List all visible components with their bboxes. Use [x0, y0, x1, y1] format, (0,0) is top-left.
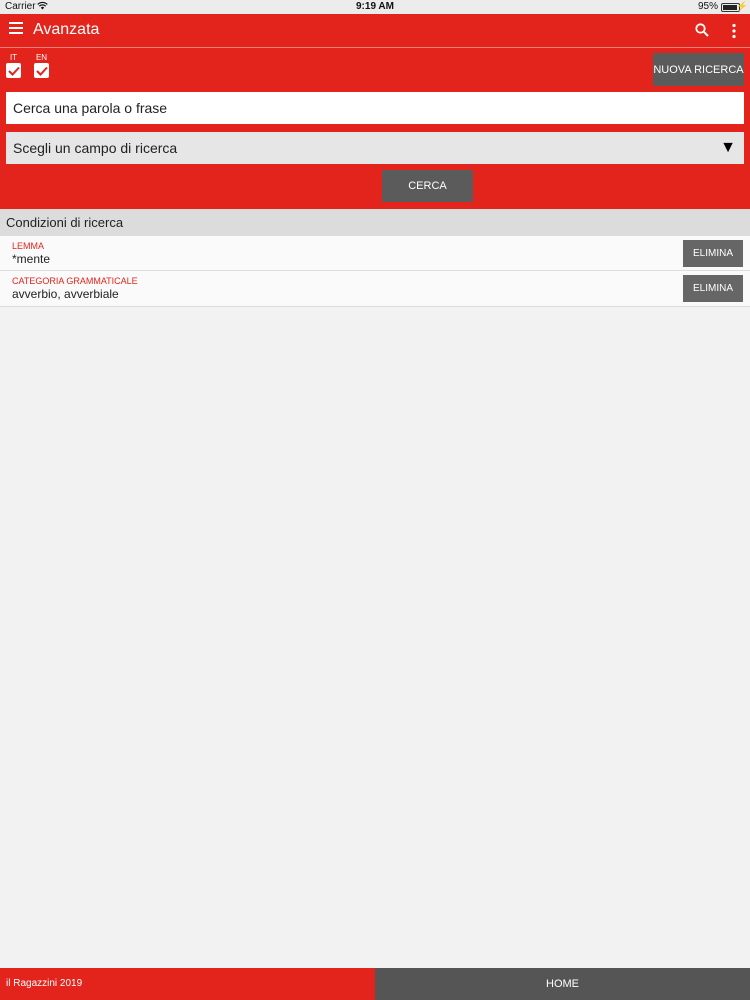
page-title: Avanzata [33, 21, 100, 38]
battery-percent: 95% [697, 1, 718, 12]
language-label-it: IT [9, 53, 18, 62]
dropdown-arrow-icon: ▼ [720, 139, 736, 156]
condition-label: CATEGORIA GRAMMATICALE [12, 276, 138, 286]
checkmark-icon [35, 66, 48, 76]
search-button[interactable]: CERCA [382, 170, 473, 202]
home-button[interactable]: HOME [375, 968, 750, 1000]
app-bar: Avanzata [0, 14, 750, 47]
copyright-label: il Ragazzini 2019 [0, 968, 375, 1000]
footer: il Ragazzini 2019 HOME [0, 968, 750, 1000]
menu-icon[interactable] [9, 22, 23, 36]
condition-row: CATEGORIA GRAMMATICALE avverbio, avverbi… [0, 271, 750, 307]
condition-row: LEMMA *mente ELIMINA [0, 236, 750, 271]
search-field-select-label: Scegli un campo di ricerca [13, 140, 178, 156]
charging-icon: ⚡ [736, 1, 748, 11]
search-field-select[interactable]: Scegli un campo di ricerca ▼ [6, 132, 744, 164]
checkbox-it[interactable] [6, 63, 21, 78]
search-icon[interactable] [695, 23, 709, 37]
clock: 9:19 AM [356, 1, 394, 12]
delete-condition-button[interactable]: ELIMINA [683, 275, 743, 302]
search-input-label: Cerca una parola o frase [13, 100, 168, 116]
language-toggle-it[interactable]: IT [6, 53, 21, 78]
language-toggle-en[interactable]: EN [34, 53, 49, 78]
condition-value: avverbio, avverbiale [12, 287, 119, 301]
condition-value: *mente [12, 252, 51, 266]
delete-condition-button[interactable]: ELIMINA [683, 240, 743, 267]
more-vert-icon[interactable] [731, 23, 737, 39]
condition-label: LEMMA [12, 241, 45, 251]
status-bar: Carrier 9:19 AM 95% ⚡ [0, 0, 750, 14]
search-input[interactable]: Cerca una parola o frase [6, 92, 744, 124]
language-label-en: EN [35, 53, 48, 62]
checkmark-icon [7, 66, 20, 76]
checkbox-en[interactable] [34, 63, 49, 78]
new-search-button[interactable]: NUOVA RICERCA [653, 53, 744, 86]
conditions-header: Condizioni di ricerca [0, 209, 750, 236]
search-panel: IT EN NUOVA RICERCA Cerca una parola o f… [0, 48, 750, 209]
